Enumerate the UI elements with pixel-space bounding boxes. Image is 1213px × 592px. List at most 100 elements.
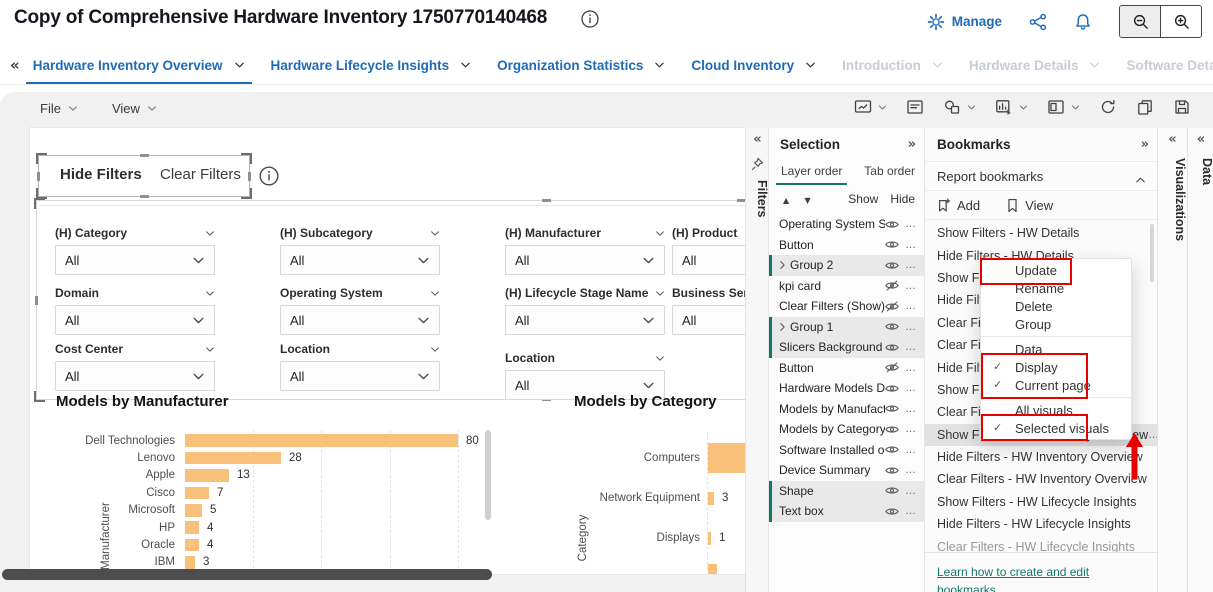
chevron-down-icon[interactable]	[205, 230, 215, 237]
bar-row[interactable]: Apple 13	[42, 467, 512, 484]
chevron-down-icon[interactable]	[655, 290, 665, 297]
context-menu-item[interactable]: ✓ Display	[981, 358, 1131, 376]
bookmark-item[interactable]: Show Filters - HW Lifecycle Insights …	[925, 491, 1158, 513]
context-menu-item[interactable]: ✓ Current page	[981, 376, 1131, 394]
view-menu[interactable]: View	[112, 101, 157, 116]
visibility-eye-icon[interactable]	[885, 465, 899, 476]
context-menu-item[interactable]: ✓ Data	[981, 340, 1131, 358]
chevron-down-icon[interactable]	[1071, 104, 1080, 111]
page-view-icon[interactable]	[1047, 99, 1080, 115]
page-tab[interactable]: Hardware Inventory Overview	[33, 46, 245, 84]
duplicate-page-icon[interactable]	[1136, 99, 1154, 115]
chevron-down-icon[interactable]	[878, 104, 887, 111]
visibility-eye-icon[interactable]	[885, 383, 899, 394]
bar[interactable]	[185, 504, 202, 517]
save-icon[interactable]	[1173, 99, 1191, 115]
context-menu-item[interactable]: ✓ Update	[981, 261, 1131, 279]
visibility-eye-icon[interactable]	[885, 403, 899, 414]
more-options-icon[interactable]: …	[905, 323, 917, 331]
hide-all-button[interactable]: Hide	[890, 192, 915, 206]
bar[interactable]	[185, 452, 281, 465]
layer-item[interactable]: Software Installed on ... …	[769, 440, 925, 461]
context-menu-item[interactable]: ✓ Group	[981, 315, 1131, 333]
bookmark-item[interactable]: Hide Filters - HW Lifecycle Insights …	[925, 513, 1158, 535]
layer-item[interactable]: Button …	[769, 358, 925, 379]
notifications-bell-icon[interactable]	[1074, 13, 1092, 31]
chevron-down-icon[interactable]	[655, 230, 665, 237]
layer-item[interactable]: Slicers Background Te... …	[769, 337, 925, 358]
expand-pane-icon[interactable]: «	[1158, 132, 1187, 147]
filter-buttons-selection[interactable]: Hide Filters Clear Filters	[38, 155, 250, 197]
more-options-icon[interactable]: …	[905, 302, 917, 310]
zoom-out-button[interactable]	[1120, 6, 1161, 37]
visibility-eye-icon[interactable]	[885, 260, 899, 271]
visibility-eye-icon[interactable]	[885, 280, 899, 291]
chevron-down-icon[interactable]	[205, 346, 215, 353]
more-options-icon[interactable]: …	[905, 507, 917, 515]
page-tab[interactable]: Hardware Lifecycle Insights	[271, 46, 472, 84]
more-options-icon[interactable]: …	[905, 282, 917, 290]
bar-row[interactable]: Microsoft 5	[42, 502, 512, 519]
collapse-pane-icon[interactable]: »	[1141, 137, 1149, 152]
layer-item[interactable]: Operating System Su... …	[769, 214, 925, 235]
bar-row[interactable]: Computers	[560, 438, 745, 478]
context-menu-item[interactable]: ✓ Rename	[981, 279, 1131, 297]
refresh-visuals-icon[interactable]	[1099, 99, 1117, 115]
bookmark-item[interactable]: Clear Filters - HW Inventory Overview …	[925, 468, 1158, 490]
visibility-eye-icon[interactable]	[885, 342, 899, 353]
models-by-manufacturer-chart[interactable]: Models by Manufacturer Dell Technologies…	[42, 392, 512, 574]
add-bookmark-button[interactable]: Add	[937, 198, 980, 213]
new-visual-icon[interactable]	[995, 99, 1028, 115]
slicer-dropdown[interactable]: All	[672, 305, 745, 335]
slicer-dropdown[interactable]: All	[280, 305, 440, 335]
more-options-icon[interactable]: …	[905, 261, 917, 269]
info-icon[interactable]	[580, 9, 600, 34]
models-by-category-chart[interactable]: Models by Category Computers Network Equ…	[560, 392, 745, 574]
expand-pane-icon[interactable]: «	[746, 132, 769, 147]
more-options-icon[interactable]: …	[905, 487, 917, 495]
page-tab[interactable]: Organization Statistics	[497, 46, 665, 84]
tab-layer-order[interactable]: Layer order	[781, 164, 842, 178]
bookmarks-scrollbar[interactable]	[1150, 224, 1154, 282]
chevron-down-icon[interactable]	[655, 355, 665, 362]
show-all-button[interactable]: Show	[848, 192, 878, 206]
bookmark-item[interactable]: Hide Filters - HW Inventory Overview …	[925, 446, 1158, 468]
bar[interactable]	[185, 469, 229, 482]
layer-item[interactable]: Hardware Models De... …	[769, 378, 925, 399]
chevron-down-icon[interactable]	[430, 290, 440, 297]
reading-view-icon[interactable]	[854, 99, 887, 115]
expand-pane-icon[interactable]: «	[1188, 132, 1213, 147]
visibility-eye-icon[interactable]	[885, 321, 899, 332]
visibility-eye-icon[interactable]	[885, 301, 899, 312]
chevron-down-icon[interactable]	[1089, 61, 1100, 69]
manage-button[interactable]: Manage	[927, 13, 1002, 31]
collapse-section-icon[interactable]	[1135, 171, 1146, 189]
file-menu[interactable]: File	[40, 101, 78, 116]
layer-item[interactable]: Group 2 …	[769, 255, 925, 276]
bar-row[interactable]: Dell Technologies 80	[42, 432, 512, 449]
bar[interactable]	[708, 443, 745, 473]
chevron-down-icon[interactable]	[654, 61, 665, 69]
slicer-dropdown[interactable]: All	[505, 245, 665, 275]
chevron-down-icon[interactable]	[805, 61, 816, 69]
chevron-down-icon[interactable]	[430, 230, 440, 237]
more-options-icon[interactable]: …	[905, 466, 917, 474]
slicer-dropdown[interactable]: All	[672, 245, 745, 275]
more-options-icon[interactable]: …	[905, 241, 917, 249]
data-pane-label[interactable]: Data	[1188, 158, 1213, 185]
visibility-eye-icon[interactable]	[885, 506, 899, 517]
layer-item[interactable]: Models by Manufact... …	[769, 399, 925, 420]
bookmark-item[interactable]: Show Filters - HW Details …	[925, 222, 1158, 244]
chevron-down-icon[interactable]	[932, 61, 943, 69]
more-options-icon[interactable]: …	[905, 425, 917, 433]
clear-filters-button[interactable]: Clear Filters	[160, 166, 241, 183]
layer-item[interactable]: kpi card …	[769, 276, 925, 297]
visibility-eye-icon[interactable]	[885, 485, 899, 496]
share-icon[interactable]	[1029, 13, 1047, 31]
move-down-icon[interactable]: ▼	[805, 196, 811, 205]
chevron-down-icon[interactable]	[430, 346, 440, 353]
bar[interactable]	[708, 492, 714, 505]
bar[interactable]	[708, 532, 711, 545]
layer-item[interactable]: Group 1 …	[769, 317, 925, 338]
chevron-down-icon[interactable]	[205, 290, 215, 297]
